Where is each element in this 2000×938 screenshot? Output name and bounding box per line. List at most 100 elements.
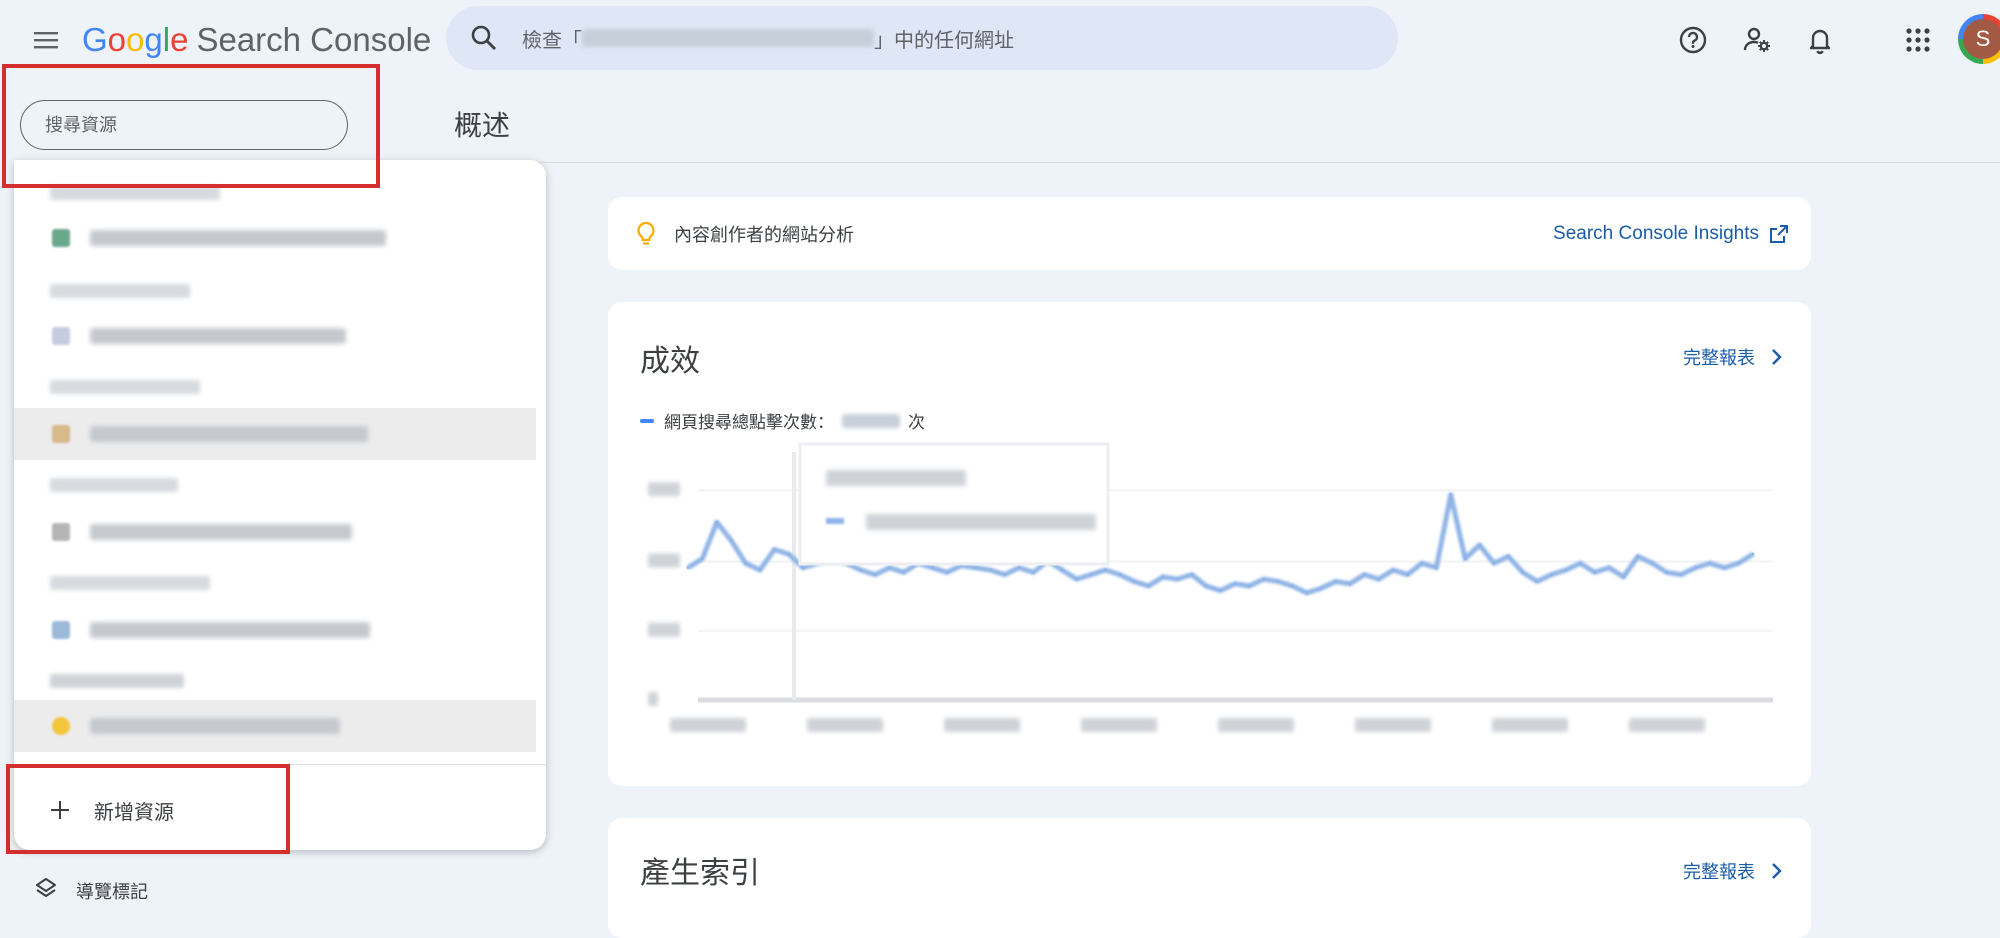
data-point (1362, 573, 1366, 577)
indexing-full-report-link[interactable]: 完整報表 (1683, 858, 1787, 884)
google-apps-grid-icon[interactable] (1898, 20, 1938, 60)
data-point (1593, 570, 1597, 574)
chevron-right-icon (1772, 863, 1782, 879)
performance-chart[interactable] (608, 442, 1811, 762)
user-settings-icon[interactable] (1737, 20, 1777, 60)
property-item[interactable] (14, 212, 536, 264)
data-point (1665, 570, 1669, 574)
hamburger-menu-icon[interactable] (30, 24, 62, 56)
data-point (1406, 573, 1410, 577)
full-report-label: 完整報表 (1683, 862, 1755, 882)
property-item[interactable] (14, 506, 536, 558)
property-item-selected[interactable] (14, 700, 536, 752)
logo-letter: G (82, 21, 108, 58)
property-group-label (50, 576, 210, 590)
tooltip-text-redacted (826, 470, 966, 486)
data-point (700, 557, 704, 561)
x-tick-label-redacted (1629, 718, 1705, 732)
property-item[interactable] (14, 604, 536, 656)
x-tick-label-redacted (1355, 718, 1431, 732)
notifications-bell-icon[interactable] (1800, 20, 1840, 60)
data-point (787, 552, 791, 556)
logo-letter: e (170, 21, 189, 58)
data-point (1017, 566, 1021, 570)
data-point (902, 570, 906, 574)
property-url (90, 524, 352, 540)
url-inspection-search[interactable]: 檢查「 」中的任何網址 (446, 6, 1398, 70)
data-point (1535, 579, 1539, 583)
avatar-initial: S (1963, 19, 2000, 59)
data-point (1621, 575, 1625, 579)
data-point (1636, 554, 1640, 558)
property-item-selected[interactable] (14, 408, 536, 460)
account-avatar[interactable]: S (1958, 14, 2000, 64)
data-point (1262, 577, 1266, 581)
data-point (1060, 568, 1064, 572)
data-point (1679, 573, 1683, 577)
data-point (1003, 573, 1007, 577)
x-tick-label-redacted (1492, 718, 1568, 732)
data-point (974, 566, 978, 570)
favicon-icon (52, 717, 70, 735)
search-placeholder: 檢查「 」中的任何網址 (522, 24, 1014, 53)
property-group-label (50, 674, 184, 688)
property-dropdown: 新增資源 (14, 160, 546, 850)
performance-full-report-link[interactable]: 完整報表 (1683, 344, 1787, 370)
data-point (1276, 579, 1280, 583)
y-tick-label-redacted (648, 553, 680, 568)
search-suffix: 」中的任何網址 (874, 29, 1014, 52)
data-point (1564, 568, 1568, 572)
data-point (1175, 577, 1179, 581)
favicon-icon (52, 523, 70, 541)
page-title: 概述 (454, 110, 511, 141)
data-point (1219, 589, 1222, 593)
logo-letter: l (162, 21, 171, 58)
data-point (1737, 561, 1741, 565)
x-tick-label-redacted (670, 718, 746, 732)
header-divider (430, 162, 2000, 163)
data-point (1161, 575, 1165, 579)
search-console-insights-link[interactable]: Search Console Insights (1553, 223, 1789, 245)
data-point (931, 566, 935, 570)
google-search-console-logo[interactable]: Google Search Console (82, 20, 431, 60)
data-point (945, 570, 949, 574)
sidebar-item-sitemaps[interactable]: 導覽標記 (34, 876, 148, 905)
property-url (90, 622, 370, 638)
data-point (1290, 584, 1294, 588)
chart-tooltip (798, 442, 1110, 566)
x-tick-label-redacted (944, 718, 1020, 732)
help-icon[interactable] (1673, 20, 1713, 60)
insights-card: 內容創作者的網站分析 Search Console Insights (608, 197, 1811, 270)
y-tick-label-redacted (648, 692, 658, 706)
x-tick-label-redacted (1218, 718, 1294, 732)
legend-swatch (640, 418, 654, 423)
data-point (744, 561, 748, 565)
favicon-icon (52, 621, 70, 639)
lightbulb-icon (632, 220, 660, 248)
data-point (1089, 573, 1093, 577)
data-point (715, 520, 719, 524)
data-point (1506, 554, 1510, 558)
legend-unit: 次 (908, 413, 925, 432)
data-point (1708, 561, 1712, 565)
logo-letter: o (126, 21, 145, 58)
highlight-box-add-property (6, 764, 290, 854)
tooltip-text-redacted (866, 514, 1096, 530)
data-point (873, 573, 877, 577)
data-point (1607, 566, 1611, 570)
highlight-box-search (2, 64, 380, 188)
data-point (1434, 566, 1438, 570)
data-point (772, 548, 776, 552)
data-point (1190, 573, 1194, 577)
data-point (1319, 586, 1323, 590)
product-name: Search Console (196, 21, 432, 58)
chart-legend: 網頁搜尋總點擊次數： 次 (640, 408, 925, 433)
data-point (1420, 561, 1424, 565)
property-item[interactable] (14, 310, 536, 362)
data-point (1233, 582, 1237, 586)
y-tick-label-redacted (648, 622, 680, 637)
data-point (1103, 568, 1107, 572)
data-point (1492, 561, 1496, 565)
data-point (1650, 561, 1654, 565)
data-point (729, 538, 733, 542)
